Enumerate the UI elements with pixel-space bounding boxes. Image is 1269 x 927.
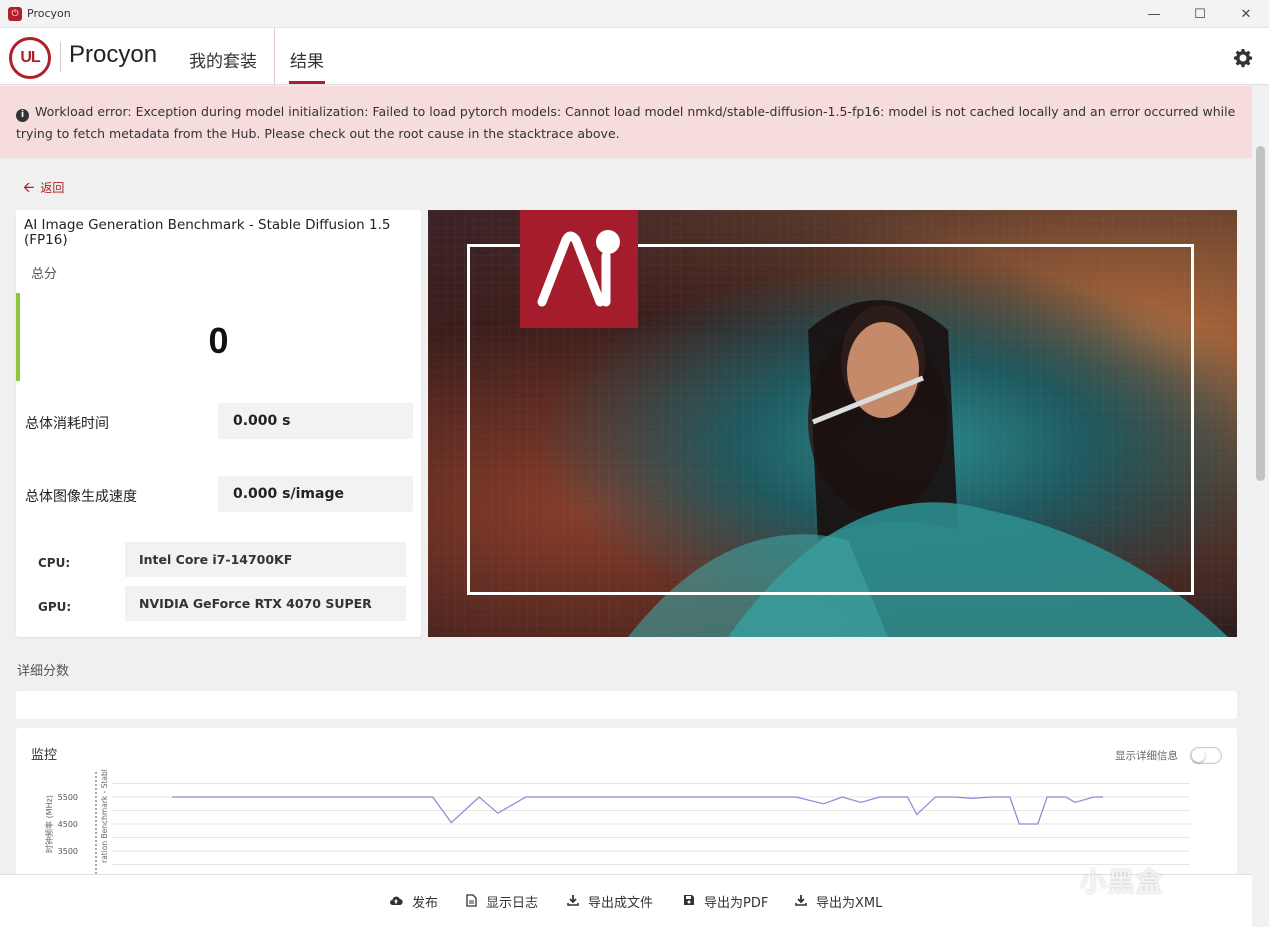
chart-ylabel: 时钟频率 (MHz) — [44, 795, 54, 853]
cloud-upload-icon — [389, 895, 403, 909]
publish-label: 发布 — [412, 896, 439, 911]
metric-value-total-time: 0.000 s — [218, 403, 413, 439]
back-link[interactable]: 🡨 返回 — [23, 177, 64, 201]
window-controls: — ☐ ✕ — [1131, 0, 1269, 28]
ul-logo: UL — [9, 37, 51, 79]
watermark-logo: 小黑盒 — [1080, 868, 1165, 898]
export-pdf-label: 导出为PDF — [704, 896, 769, 911]
chart-y-tick-label: 4500 — [58, 820, 78, 829]
vertical-scrollbar[interactable] — [1252, 86, 1269, 927]
score-label: 总分 — [31, 267, 58, 282]
window-titlebar: ⏻ Procyon — ☐ ✕ — [0, 0, 1269, 28]
download-icon — [795, 894, 807, 909]
arrow-left-icon: 🡨 — [23, 180, 35, 196]
metric-label-gen-speed: 总体图像生成速度 — [25, 489, 137, 505]
score-value: 0 — [208, 320, 229, 361]
gpu-value: NVIDIA GeForce RTX 4070 SUPER — [125, 586, 406, 621]
chart-y-tick-label: 3500 — [58, 847, 78, 856]
minimize-icon[interactable]: — — [1131, 0, 1177, 28]
logo-divider — [60, 42, 61, 72]
app-name: Procyon — [69, 41, 158, 68]
document-icon — [466, 893, 477, 910]
export-file-button[interactable]: 导出成文件 — [567, 892, 653, 911]
chart-y-ticks: 5500450035002500 — [58, 793, 78, 856]
detail-scores-label: 详细分数 — [17, 664, 70, 679]
show-log-button[interactable]: 显示日志 — [466, 892, 538, 911]
bottom-action-bar: 发布 显示日志 导出成文件 导出为PDF 导出为XML — [0, 874, 1252, 927]
export-pdf-button[interactable]: 导出为PDF — [683, 892, 768, 911]
close-icon[interactable]: ✕ — [1223, 0, 1269, 28]
app-icon: ⏻ — [8, 6, 22, 21]
workload-marker-label: ration Benchmark - Stabl — [100, 769, 109, 863]
monitoring-title: 监控 — [31, 748, 58, 763]
ai-logo-badge — [520, 210, 638, 328]
maximize-icon[interactable]: ☐ — [1177, 0, 1223, 28]
save-icon — [683, 894, 695, 909]
export-xml-label: 导出为XML — [816, 896, 883, 911]
error-banner: i Workload error: Exception during model … — [0, 86, 1252, 158]
app-header: UL Procyon 我的套装 结果 — [0, 28, 1269, 85]
cpu-value: Intel Core i7-14700KF — [125, 542, 406, 577]
monitoring-panel: 监控 显示详细信息 时钟频率 (MHz) ration Benchmark - … — [16, 728, 1237, 874]
detail-scores-panel — [16, 691, 1237, 719]
toggle-knob — [1192, 749, 1205, 762]
main-content: 🡨 返回 AI Image Generation Benchmark - Stab… — [0, 158, 1252, 874]
clock-frequency-chart: 时钟频率 (MHz) ration Benchmark - Stabl 5500… — [44, 769, 1190, 874]
tab-divider — [274, 28, 275, 85]
export-file-label: 导出成文件 — [588, 896, 654, 911]
show-details-toggle[interactable] — [1190, 747, 1222, 764]
benchmark-hero-image — [428, 210, 1237, 637]
scrollbar-thumb[interactable] — [1256, 146, 1265, 481]
result-card: AI Image Generation Benchmark - Stable D… — [16, 210, 421, 637]
chart-y-tick-label: 5500 — [58, 793, 78, 802]
show-details-label: 显示详细信息 — [1115, 750, 1178, 762]
active-tab-indicator — [289, 81, 325, 84]
error-message: Workload error: Exception during model i… — [16, 104, 1236, 141]
cpu-label: CPU: — [38, 556, 71, 570]
export-xml-button[interactable]: 导出为XML — [795, 892, 882, 911]
show-log-label: 显示日志 — [486, 896, 539, 911]
tab-results[interactable]: 结果 — [290, 47, 324, 72]
download-icon — [567, 894, 579, 909]
tab-my-suites[interactable]: 我的套装 — [189, 47, 257, 72]
benchmark-title: AI Image Generation Benchmark - Stable D… — [24, 217, 391, 248]
info-icon: i — [16, 109, 29, 122]
metric-label-total-time: 总体消耗时间 — [25, 416, 109, 432]
window-title: Procyon — [27, 7, 71, 20]
back-label: 返回 — [40, 181, 65, 195]
metric-value-gen-speed: 0.000 s/image — [218, 476, 413, 512]
gear-icon[interactable] — [1233, 48, 1253, 71]
gpu-label: GPU: — [38, 600, 72, 614]
publish-button[interactable]: 发布 — [389, 892, 438, 911]
